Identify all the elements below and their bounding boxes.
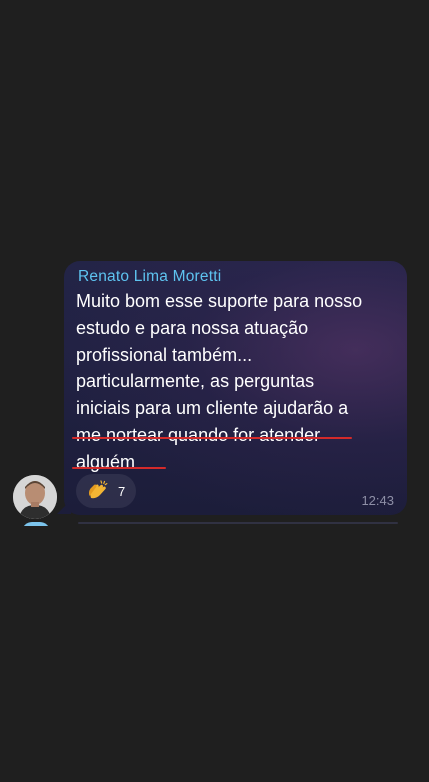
chat-view: Renato Lima Moretti Muito bom esse supor… xyxy=(0,0,429,782)
red-underline-annotation xyxy=(72,467,166,469)
message-line: alguém xyxy=(76,451,136,472)
message-bubble[interactable]: Renato Lima Moretti Muito bom esse supor… xyxy=(64,261,407,515)
message-line: profissional também... xyxy=(76,344,253,365)
next-avatar-partial xyxy=(22,522,50,526)
message-line: me nortear quando for atender xyxy=(76,424,321,445)
reaction-chip[interactable]: 7 xyxy=(76,474,136,508)
sender-avatar[interactable] xyxy=(13,475,57,519)
red-underline-annotation xyxy=(72,437,352,439)
sender-name[interactable]: Renato Lima Moretti xyxy=(78,268,221,286)
reaction-count: 7 xyxy=(118,483,126,499)
message-line: iniciais para um cliente ajudarão a xyxy=(76,398,349,419)
next-message-edge xyxy=(78,522,398,524)
message-line: Muito bom esse suporte para nosso xyxy=(76,291,363,311)
message-text: Muito bom esse suporte para nosso estudo… xyxy=(76,288,406,476)
message-line: estudo e para nossa atuação xyxy=(76,317,309,338)
message-line: particularmente, as perguntas xyxy=(76,371,315,392)
message-timestamp: 12:43 xyxy=(361,493,394,508)
clapping-hands-icon xyxy=(86,479,110,503)
avatar-photo xyxy=(13,475,57,519)
